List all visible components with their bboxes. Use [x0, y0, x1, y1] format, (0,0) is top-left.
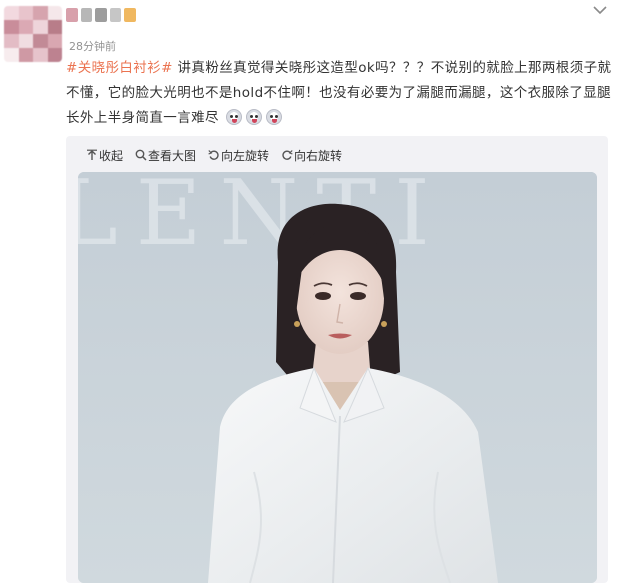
smirk-emoji-icon [245, 109, 262, 125]
smirk-emoji-icon [265, 109, 282, 125]
username-blur-tile [80, 8, 93, 22]
username-blur-tile [66, 8, 78, 22]
avatar[interactable] [4, 6, 62, 62]
hashtag-link[interactable]: #关晓彤白衬衫# [66, 60, 173, 76]
rotate-left-label: 向左旋转 [221, 148, 270, 163]
rotate-left-icon [208, 150, 219, 160]
avatar-tile [47, 6, 62, 20]
media-toolbar: 收起 查看大图 向左旋转 向右旋转 [86, 146, 342, 164]
rotate-right-label: 向右旋转 [294, 148, 343, 163]
rotate-right-icon [282, 150, 293, 160]
avatar-tile [4, 20, 19, 34]
avatar-tile [33, 20, 48, 34]
view-large-label: 查看大图 [148, 148, 197, 163]
rotate-left-button[interactable]: 向左旋转 [208, 147, 269, 164]
avatar-tile [47, 48, 62, 62]
post-photo[interactable]: LENTI [78, 172, 597, 583]
avatar-tile [18, 20, 33, 34]
collapse-icon [87, 149, 97, 160]
weibo-post: 28分钟前 #关晓彤白衬衫# 讲真粉丝真觉得关晓彤这造型ok吗？？？不说别的就脸… [0, 0, 626, 583]
post-timestamp[interactable]: 28分钟前 [69, 38, 116, 54]
view-large-button[interactable]: 查看大图 [135, 147, 196, 164]
collapse-label: 收起 [99, 148, 124, 163]
avatar-tile [4, 34, 19, 48]
collapse-button[interactable]: 收起 [86, 147, 123, 164]
avatar-tile [18, 34, 33, 48]
avatar-tile [33, 6, 48, 20]
post-text: #关晓彤白衬衫# 讲真粉丝真觉得关晓彤这造型ok吗？？？不说别的就脸上那两根须子… [66, 56, 616, 131]
avatar-tile [18, 6, 33, 20]
avatar-tile [33, 48, 48, 62]
username-blur-tile [124, 8, 136, 22]
username[interactable] [66, 8, 136, 28]
rotate-right-button[interactable]: 向右旋转 [281, 147, 342, 164]
avatar-tile [47, 34, 62, 48]
username-blur-tile [95, 8, 107, 22]
avatar-tile [4, 48, 19, 62]
username-blur-tile [109, 8, 122, 22]
avatar-tile [4, 6, 19, 20]
avatar-tile [18, 48, 33, 62]
media-card: 收起 查看大图 向左旋转 向右旋转 LENTI [66, 136, 608, 583]
search-icon [135, 149, 147, 161]
avatar-tile [47, 20, 62, 34]
smirk-emoji-icon [225, 109, 242, 125]
avatar-tile [33, 34, 48, 48]
chevron-down-icon[interactable] [590, 2, 610, 18]
